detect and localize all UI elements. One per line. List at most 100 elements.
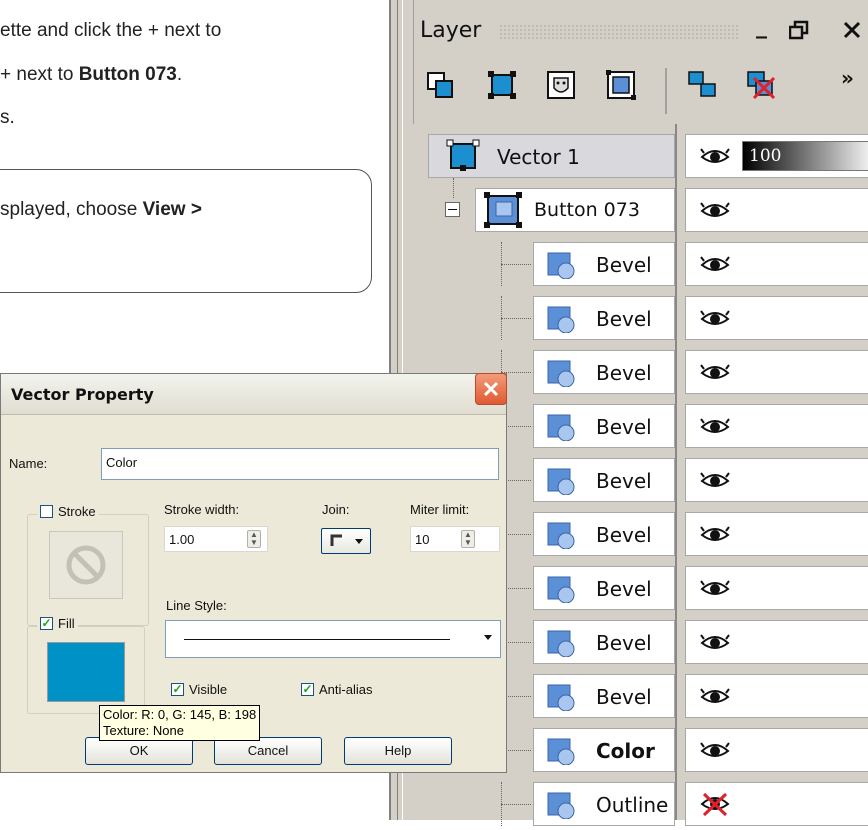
layer-name-cell[interactable]: Bevel — [533, 620, 675, 664]
opacity-value: 100 — [749, 146, 782, 166]
adjustment-icon — [606, 70, 636, 100]
visibility-cell[interactable] — [685, 350, 868, 394]
eye-icon[interactable] — [700, 741, 730, 766]
layer-name-cell[interactable]: Bevel — [533, 242, 675, 286]
visibility-cell[interactable] — [685, 512, 868, 556]
vector-object-icon — [546, 359, 576, 392]
layer-row[interactable]: Bevel — [413, 296, 868, 344]
minimize-button[interactable]: _ — [756, 14, 767, 39]
restore-button[interactable] — [788, 20, 809, 40]
layer-name-cell[interactable]: Bevel — [533, 458, 675, 502]
eye-icon[interactable] — [700, 417, 730, 442]
title-grip[interactable] — [499, 24, 739, 40]
vector-object-icon — [546, 737, 576, 770]
opacity-slider[interactable]: 100 — [742, 141, 868, 171]
layer-row-vector[interactable]: Vector 1 100 — [413, 134, 868, 182]
stroke-check[interactable] — [40, 505, 53, 518]
instruction-line-1: ette and click the + next to — [0, 20, 222, 41]
duplicate-layer-button[interactable] — [687, 70, 717, 100]
collapse-button[interactable] — [445, 202, 460, 217]
close-icon — [843, 21, 861, 39]
layer-name: Bevel — [596, 523, 652, 547]
adjustment-layer-button[interactable] — [606, 70, 636, 100]
fill-checkbox[interactable]: ✓ Fill — [37, 616, 78, 631]
stroke-color-swatch[interactable] — [49, 531, 123, 599]
layer-row[interactable]: Bevel — [413, 242, 868, 290]
vector-object-icon — [546, 575, 576, 608]
eye-icon[interactable] — [700, 147, 730, 172]
cancel-button[interactable]: Cancel — [214, 737, 322, 765]
eye-icon[interactable] — [700, 525, 730, 550]
visibility-cell[interactable] — [685, 296, 868, 340]
vector-object-icon — [546, 521, 576, 554]
name-input[interactable]: Color — [101, 448, 499, 480]
layer-row[interactable]: Outline — [413, 782, 868, 830]
more-tools-button[interactable]: » — [841, 66, 854, 90]
eye-icon[interactable] — [700, 687, 730, 712]
layer-name-cell[interactable]: Bevel — [533, 350, 675, 394]
stroke-width-input[interactable]: 1.00 ▲ ▼ — [164, 526, 268, 552]
visible-checkbox[interactable]: ✓ Visible — [171, 682, 227, 697]
close-button[interactable] — [842, 20, 862, 40]
layer-name-cell[interactable]: Bevel — [533, 404, 675, 448]
miter-limit-spinner[interactable]: ▲ ▼ — [461, 530, 475, 548]
eye-icon[interactable] — [700, 633, 730, 658]
vector-object-icon — [546, 467, 576, 500]
visibility-cell[interactable] — [685, 782, 868, 826]
visible-check[interactable]: ✓ — [171, 683, 184, 696]
name-label: Name: — [9, 456, 48, 471]
vector-object-icon — [546, 683, 576, 716]
vector-property-dialog: Vector Property Name: Color Stroke Strok… — [0, 373, 507, 773]
layer-name-cell[interactable]: Bevel — [533, 512, 675, 556]
join-miter-icon — [330, 534, 363, 546]
layer-name-cell[interactable]: Vector 1 — [428, 134, 675, 178]
tooltip-color-line: Color: R: 0, G: 145, B: 198 — [103, 707, 257, 722]
dialog-close-button[interactable] — [475, 373, 507, 405]
visibility-cell[interactable] — [685, 188, 868, 232]
layer-name: Bevel — [596, 469, 652, 493]
layer-name-cell[interactable]: Color — [533, 728, 675, 772]
visibility-cell[interactable] — [685, 674, 868, 718]
fill-label: Fill — [58, 616, 75, 631]
eye-icon[interactable] — [700, 255, 730, 280]
visibility-cell[interactable] — [685, 404, 868, 448]
visibility-cell[interactable] — [685, 242, 868, 286]
layer-name-cell[interactable]: Outline — [533, 782, 675, 826]
tree-connector — [501, 804, 531, 805]
eye-icon[interactable] — [700, 579, 730, 604]
note-text: splayed, choose View > — [0, 199, 202, 221]
new-vector-layer-button[interactable] — [486, 69, 516, 99]
eye-icon[interactable] — [700, 471, 730, 496]
antialias-check[interactable]: ✓ — [301, 683, 314, 696]
visibility-cell[interactable] — [685, 458, 868, 502]
antialias-checkbox[interactable]: ✓ Anti-alias — [301, 682, 372, 697]
join-dropdown[interactable] — [321, 528, 371, 554]
fill-check[interactable]: ✓ — [40, 617, 53, 630]
eye-icon[interactable] — [700, 309, 730, 334]
miter-limit-label: Miter limit: — [410, 502, 470, 517]
ok-button[interactable]: OK — [85, 737, 193, 765]
delete-layer-button[interactable] — [746, 70, 776, 100]
line-style-dropdown[interactable] — [165, 620, 501, 658]
visibility-cell[interactable] — [685, 566, 868, 610]
visibility-cell[interactable] — [685, 728, 868, 772]
layer-name: Bevel — [596, 253, 652, 277]
layer-name-cell[interactable]: Bevel — [533, 566, 675, 610]
eye-icon[interactable] — [700, 363, 730, 388]
help-button[interactable]: Help — [344, 737, 452, 765]
stroke-checkbox[interactable]: Stroke — [37, 504, 99, 519]
layer-name-cell[interactable]: Bevel — [533, 296, 675, 340]
visibility-cell[interactable]: 100 — [685, 134, 868, 178]
new-raster-layer-button[interactable] — [426, 71, 456, 101]
layer-name-cell[interactable]: Button 073 — [475, 188, 675, 232]
eye-icon[interactable] — [700, 201, 730, 226]
hidden-eye-icon[interactable] — [700, 791, 730, 822]
fill-color-swatch[interactable] — [47, 642, 125, 702]
mask-layer-button[interactable] — [546, 70, 576, 100]
layer-name-cell[interactable]: Bevel — [533, 674, 675, 718]
vector-object-icon — [546, 413, 576, 446]
miter-limit-input[interactable]: 10 ▲ ▼ — [410, 526, 500, 552]
layer-row-group[interactable]: Button 073 — [413, 188, 868, 236]
stroke-width-spinner[interactable]: ▲ ▼ — [247, 530, 261, 548]
visibility-cell[interactable] — [685, 620, 868, 664]
